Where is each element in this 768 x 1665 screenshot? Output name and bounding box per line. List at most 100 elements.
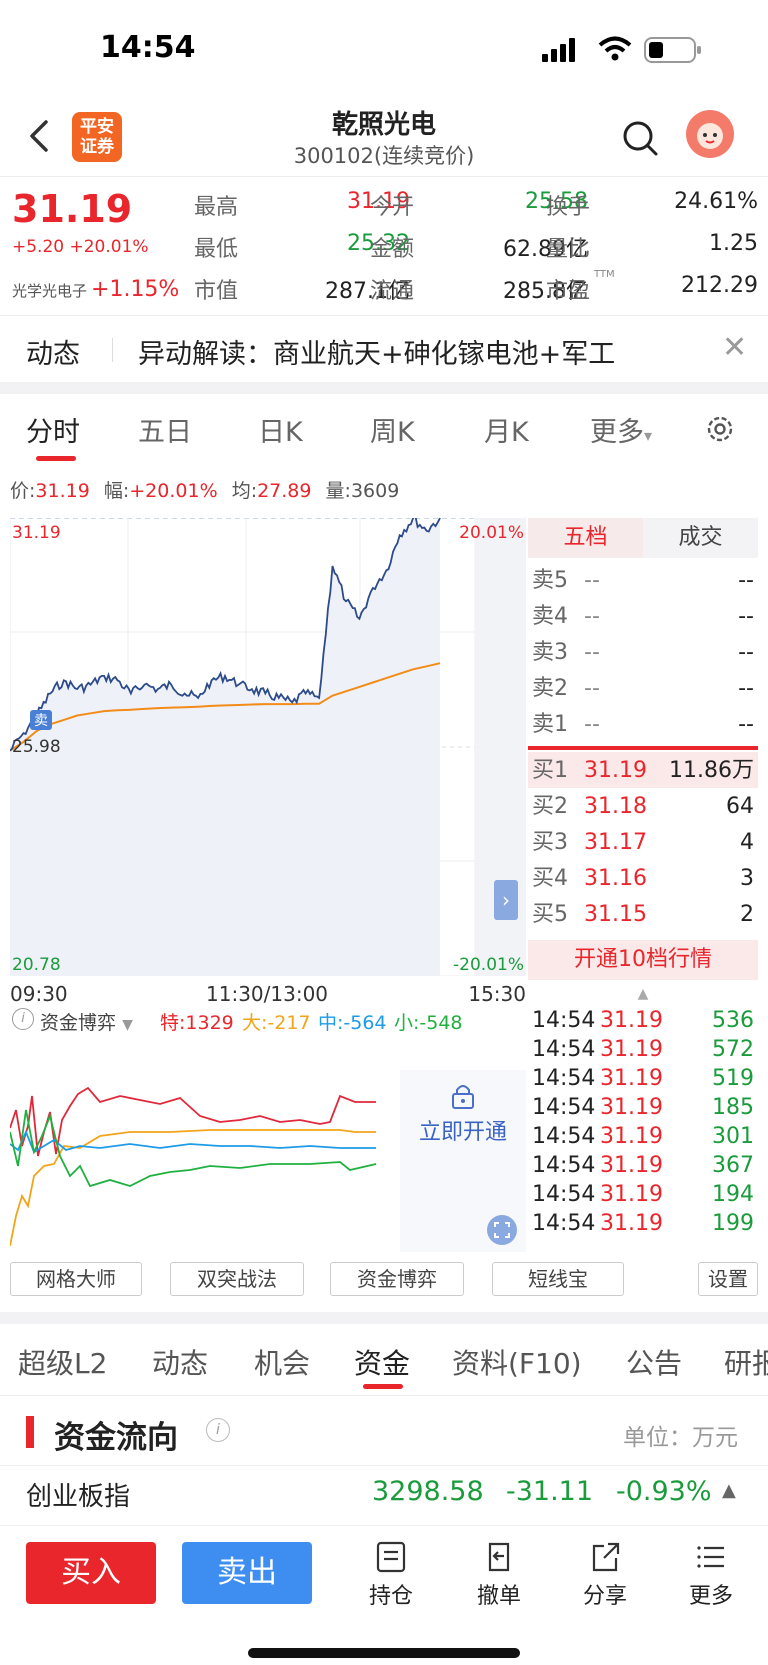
tab-five-levels[interactable]: 五档 bbox=[528, 518, 643, 558]
cellular-signal-icon bbox=[542, 38, 575, 62]
tab-weekly-k[interactable]: 周K bbox=[370, 410, 415, 449]
trade-tick-row: 14:54 31.19 194 bbox=[532, 1182, 754, 1207]
search-icon[interactable] bbox=[620, 118, 660, 158]
time-label-open: 09:30 bbox=[10, 982, 68, 1006]
open-ten-levels-button[interactable]: 开通10档行情 bbox=[528, 940, 758, 980]
ask-row: 卖4 -- -- bbox=[532, 604, 754, 629]
tab-super-l2[interactable]: 超级L2 bbox=[18, 1342, 107, 1382]
bid-row: 买2 31.18 64 bbox=[532, 794, 754, 819]
collapse-up-icon[interactable]: ▲ bbox=[528, 986, 758, 1002]
positions-icon bbox=[376, 1541, 406, 1573]
ask-row: 卖3 -- -- bbox=[532, 640, 754, 665]
tab-research[interactable]: 研报 bbox=[724, 1342, 768, 1382]
caret-down-icon: ▼ bbox=[122, 1017, 133, 1033]
trade-tick-row: 14:54 31.19 301 bbox=[532, 1124, 754, 1149]
bid-row: 买4 31.16 3 bbox=[532, 866, 754, 891]
index-value: 3298.58 bbox=[372, 1476, 484, 1507]
quote-panel: 31.19 +5.20 +20.01% 光学光电子 +1.15% 最高 31.19 今… bbox=[0, 176, 768, 316]
chart-info-line: 价:31.19 幅:+20.01% 均:27.89 量:3609 bbox=[10, 480, 400, 502]
sector-info[interactable]: 光学光电子 +1.15% bbox=[12, 277, 179, 302]
ask-row: 卖5 -- -- bbox=[532, 568, 754, 593]
index-change: -31.11 bbox=[506, 1476, 594, 1507]
pct-axis-top-label: 20.01% bbox=[459, 523, 524, 543]
chevron-right-icon: › bbox=[502, 888, 510, 912]
more-button[interactable]: 更多 bbox=[676, 1540, 746, 1610]
expand-up-icon[interactable]: ▲ bbox=[722, 1480, 736, 1501]
menu-icon bbox=[697, 1546, 724, 1568]
chart-tabs: 分时 五日 日K 周K 月K 更多▾ bbox=[0, 394, 768, 464]
tab-trades[interactable]: 成交 bbox=[643, 518, 758, 558]
fund-game-header: i 资金博弈 ▼ 特:1329 大:-217 中:-564 小:-548 bbox=[10, 1008, 526, 1036]
quote-label: 金额 bbox=[370, 237, 415, 262]
status-time: 14:54 bbox=[100, 30, 196, 65]
bid-row: 买1 31.19 11.86万 bbox=[532, 758, 754, 783]
cancel-order-button[interactable]: 撤单 bbox=[464, 1540, 534, 1610]
wifi-icon bbox=[598, 36, 632, 61]
trade-tick-row: 14:54 31.19 572 bbox=[532, 1037, 754, 1062]
current-price: 31.19 bbox=[12, 187, 133, 231]
fund-da: 大:-217 bbox=[242, 1012, 311, 1034]
unlock-panel[interactable]: 立即开通 bbox=[400, 1070, 526, 1252]
bid-row: 买5 31.15 2 bbox=[532, 902, 754, 927]
tab-daily-k[interactable]: 日K bbox=[258, 410, 303, 449]
tool-fund-game[interactable]: 资金博弈 bbox=[330, 1262, 464, 1296]
fullscreen-icon[interactable] bbox=[486, 1214, 518, 1246]
news-kind: 动态 bbox=[26, 339, 80, 370]
info-icon[interactable]: i bbox=[12, 1008, 34, 1030]
unlock-button[interactable]: 立即开通 bbox=[400, 1114, 526, 1146]
quote-label: 最低 bbox=[194, 237, 239, 262]
tab-intraday[interactable]: 分时 bbox=[26, 410, 80, 449]
bid-row: 买3 31.17 4 bbox=[532, 830, 754, 855]
tab-capital[interactable]: 资金 bbox=[354, 1342, 410, 1382]
share-button[interactable]: 分享 bbox=[570, 1540, 640, 1610]
tool-grid-master[interactable]: 网格大师 bbox=[10, 1262, 142, 1296]
positions-button[interactable]: 持仓 bbox=[356, 1540, 426, 1610]
quote-label: 最高 bbox=[194, 195, 239, 220]
quote-label: 今开 bbox=[370, 195, 415, 220]
tab-five-day[interactable]: 五日 bbox=[138, 410, 192, 449]
close-icon[interactable]: ✕ bbox=[722, 330, 747, 365]
index-name: 创业板指 bbox=[26, 1482, 131, 1512]
y-axis-bottom-label: 20.78 bbox=[12, 955, 61, 975]
tab-monthly-k[interactable]: 月K bbox=[484, 410, 529, 449]
status-bar: 14:54 bbox=[0, 0, 768, 100]
gear-icon[interactable] bbox=[705, 414, 735, 444]
index-row[interactable]: 创业板指 3298.58 -31.11 -0.93% ▲ bbox=[0, 1465, 768, 1525]
tab-news[interactable]: 动态 bbox=[152, 1342, 208, 1382]
tab-more[interactable]: 更多▾ bbox=[590, 410, 652, 449]
time-label-close: 15:30 bbox=[468, 982, 526, 1006]
trade-tick-row: 14:54 31.19 536 bbox=[532, 1008, 754, 1033]
tool-settings[interactable]: 设置 bbox=[698, 1262, 758, 1296]
index-pct: -0.93% bbox=[616, 1476, 712, 1507]
tab-announcements[interactable]: 公告 bbox=[626, 1342, 682, 1382]
news-text[interactable]: 异动解读：商业航天+砷化镓电池+军工 bbox=[138, 332, 615, 371]
tool-double-breakout[interactable]: 双突战法 bbox=[170, 1262, 304, 1296]
svg-text:卖: 卖 bbox=[34, 713, 48, 729]
action-bar: 买入 卖出 持仓 撤单 分享 更多 bbox=[0, 1525, 768, 1665]
trade-tick-row: 14:54 31.19 199 bbox=[532, 1211, 754, 1236]
time-label-noon: 11:30/13:00 bbox=[206, 982, 329, 1006]
fund-te: 特:1329 bbox=[160, 1012, 234, 1034]
pct-axis-bottom-label: -20.01% bbox=[453, 955, 524, 975]
fund-zhong: 中:-564 bbox=[318, 1012, 387, 1034]
fund-selector[interactable]: 资金博弈 ▼ bbox=[40, 1008, 133, 1035]
quote-value: 212.29 bbox=[681, 273, 758, 298]
quote-label: 流通 bbox=[370, 279, 415, 304]
fund-flow-section: 资金流向 i 单位：万元 bbox=[0, 1395, 768, 1465]
avatar[interactable] bbox=[686, 110, 734, 158]
quote-label: 市盈 bbox=[546, 279, 591, 304]
unit-label: 单位：万元 bbox=[623, 1425, 738, 1451]
battery-icon bbox=[644, 37, 701, 63]
sell-button[interactable]: 卖出 bbox=[182, 1542, 312, 1604]
buy-button[interactable]: 买入 bbox=[26, 1542, 156, 1604]
news-banner[interactable]: 动态 异动解读：商业航天+砷化镓电池+军工 ✕ bbox=[0, 316, 768, 382]
price-change: +5.20 +20.01% bbox=[12, 237, 149, 257]
intraday-chart[interactable]: 31.19 25.98 20.78 20.01% -20.01% 卖 › bbox=[10, 518, 526, 976]
tool-short-line[interactable]: 短线宝 bbox=[492, 1262, 624, 1296]
tab-opportunity[interactable]: 机会 bbox=[254, 1342, 310, 1382]
share-icon bbox=[592, 1542, 620, 1572]
time-axis: 09:30 11:30/13:00 15:30 bbox=[10, 982, 526, 1006]
cancel-order-icon bbox=[488, 1542, 510, 1572]
info-icon[interactable]: i bbox=[206, 1418, 230, 1442]
tab-profile[interactable]: 资料(F10) bbox=[452, 1342, 582, 1382]
